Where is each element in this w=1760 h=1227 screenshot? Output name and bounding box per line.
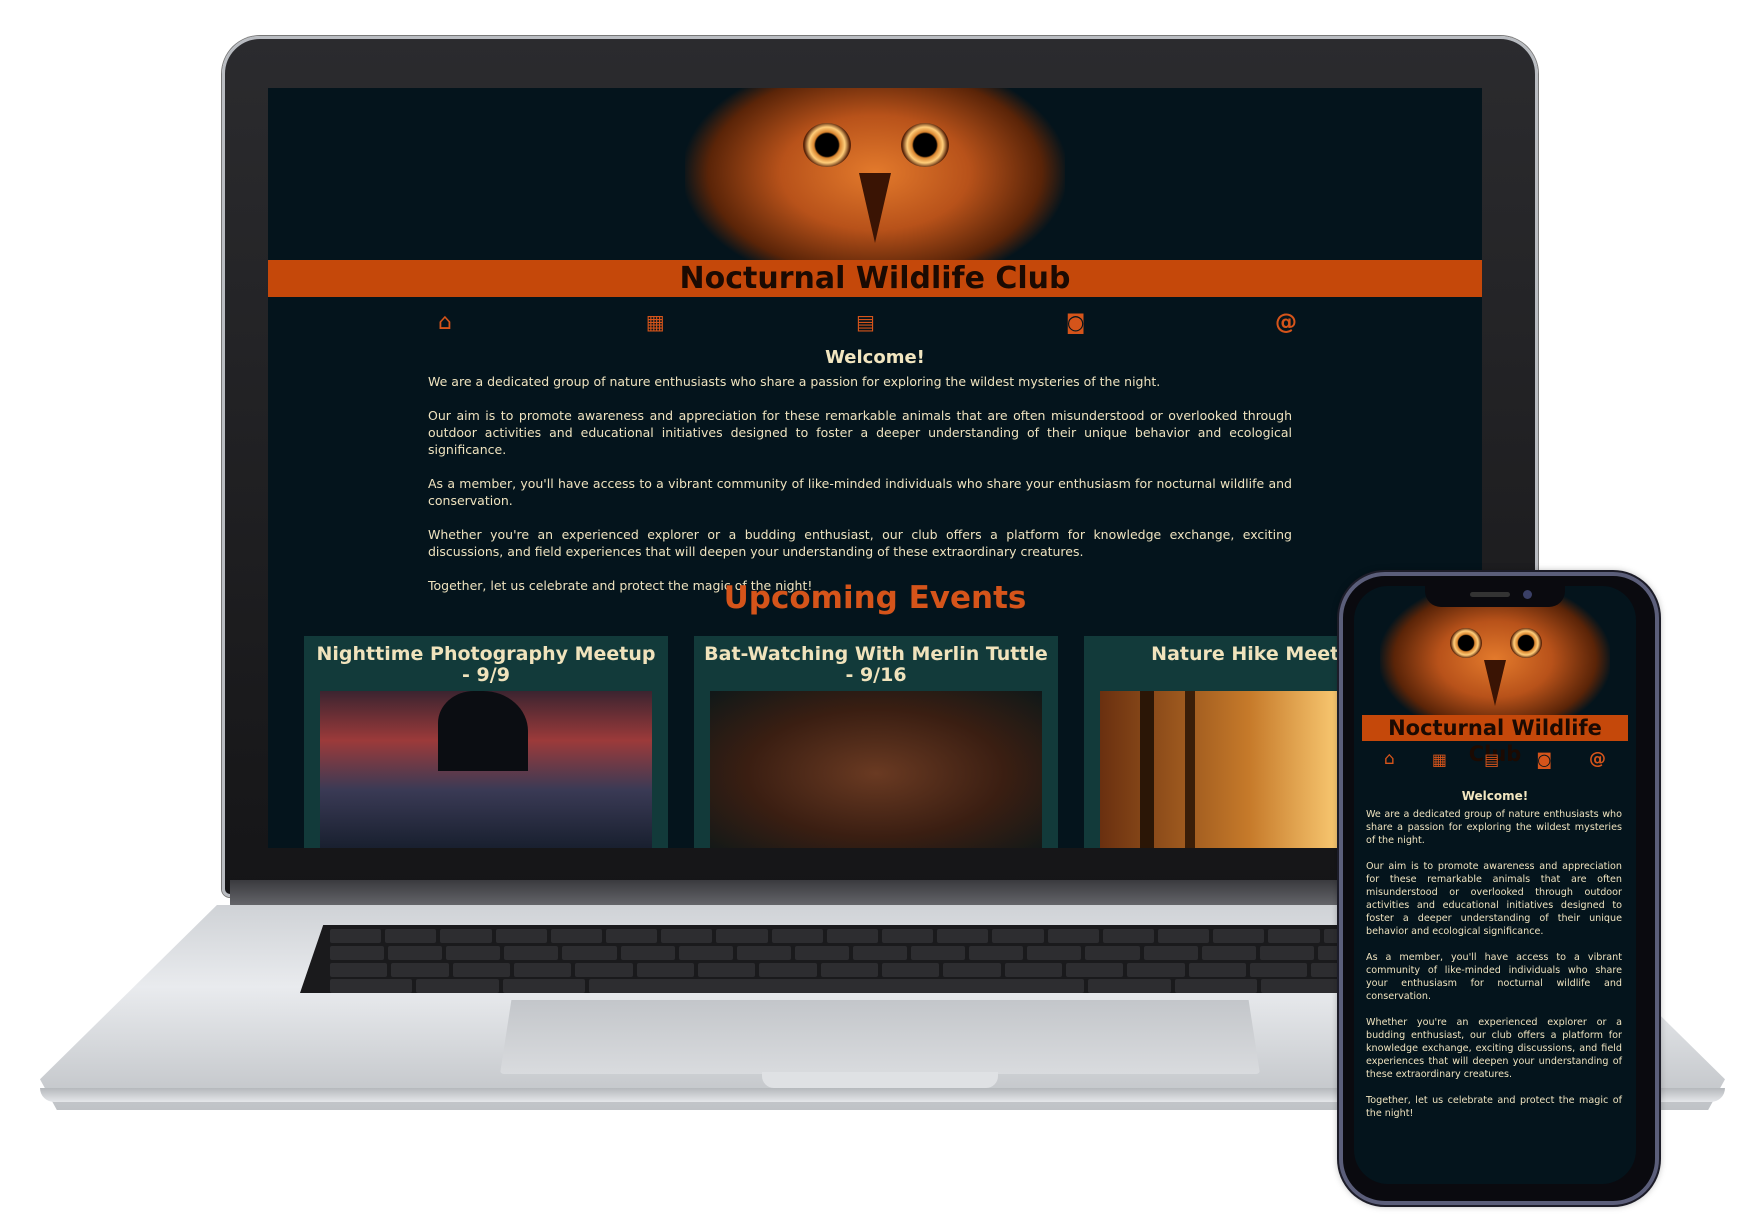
event-card[interactable]: Bat-Watching With Merlin Tuttle - 9/16 — [694, 636, 1058, 848]
paragraph-closing: Together, let us celebrate and protect t… — [1366, 1095, 1622, 1119]
owl-eye-right — [901, 123, 949, 167]
owl-eye-left — [803, 123, 851, 167]
nav-gallery[interactable]: ◙ — [1064, 310, 1088, 334]
owl-hero-image — [685, 88, 1065, 288]
paragraph-aim: Our aim is to promote awareness and appr… — [428, 408, 1292, 457]
site-nav: ⌂ ▦ ▤ ◙ @ — [1384, 749, 1606, 769]
laptop-notch — [762, 1072, 998, 1088]
event-photo-wolf-silhouette — [320, 691, 652, 848]
nav-schedule[interactable]: ▤ — [854, 310, 878, 334]
nav-home[interactable]: ⌂ — [433, 309, 457, 335]
nav-contact[interactable]: @ — [1274, 309, 1298, 335]
event-photo-bat — [710, 691, 1042, 848]
site-title-banner: Nocturnal Wildlife Club — [268, 260, 1482, 297]
table-icon: ▤ — [1484, 749, 1500, 769]
phone-speaker — [1470, 592, 1510, 597]
home-icon: ⌂ — [438, 309, 452, 335]
nav-home[interactable]: ⌂ — [1384, 749, 1395, 769]
laptop-keyboard — [300, 925, 1460, 993]
site-nav: ⌂ ▦ ▤ ◙ @ — [433, 309, 1298, 335]
tree-silhouette — [1140, 691, 1154, 848]
welcome-text: We are a dedicated group of nature enthu… — [1366, 808, 1622, 1120]
at-icon: @ — [1588, 749, 1606, 769]
at-icon: @ — [1275, 309, 1297, 335]
owl-beak — [1484, 660, 1506, 706]
paragraph-intro: We are a dedicated group of nature enthu… — [428, 374, 1161, 389]
tree-silhouette — [1185, 691, 1195, 848]
nav-events[interactable]: ▦ — [1432, 749, 1447, 769]
calendar-icon: ▦ — [645, 310, 665, 334]
owl-eye-left — [1450, 628, 1482, 658]
laptop-trackpad — [500, 1000, 1260, 1074]
event-title: Nighttime Photography Meetup - 9/9 — [316, 643, 656, 686]
paragraph-membership: As a member, you'll have access to a vib… — [1366, 952, 1622, 1002]
phone-screen: Nocturnal Wildlife Club ⌂ ▦ ▤ ◙ @ Welcom… — [1354, 586, 1636, 1184]
welcome-title: Welcome! — [1461, 789, 1529, 803]
paragraph-platform: Whether you're an experienced explorer o… — [428, 527, 1292, 559]
nav-contact[interactable]: @ — [1589, 749, 1606, 769]
paragraph-intro: We are a dedicated group of nature enthu… — [1366, 809, 1622, 846]
event-card[interactable]: Nighttime Photography Meetup - 9/9 — [304, 636, 668, 848]
home-icon: ⌂ — [1384, 749, 1395, 769]
camera-icon: ◙ — [1066, 310, 1086, 334]
table-icon: ▤ — [856, 310, 875, 334]
nav-schedule[interactable]: ▤ — [1484, 749, 1499, 769]
calendar-icon: ▦ — [1431, 749, 1448, 769]
camera-icon: ◙ — [1536, 749, 1552, 769]
owl-beak — [859, 173, 891, 243]
phone-camera — [1523, 590, 1532, 599]
welcome-text: We are a dedicated group of nature enthu… — [428, 373, 1292, 594]
nav-events[interactable]: ▦ — [643, 310, 667, 334]
laptop-screen: Nocturnal Wildlife Club ⌂ ▦ ▤ ◙ @ Welcom… — [268, 88, 1482, 848]
event-title: Bat-Watching With Merlin Tuttle - 9/16 — [704, 643, 1048, 686]
wolf-silhouette — [438, 691, 528, 771]
owl-eye-right — [1510, 628, 1542, 658]
events-title: Upcoming Events — [723, 580, 1027, 616]
paragraph-aim: Our aim is to promote awareness and appr… — [1366, 861, 1622, 937]
site-title-banner: Nocturnal Wildlife Club — [1362, 715, 1628, 766]
site-title: Nocturnal Wildlife Club — [679, 261, 1071, 296]
paragraph-platform: Whether you're an experienced explorer o… — [1366, 1017, 1622, 1080]
paragraph-membership: As a member, you'll have access to a vib… — [428, 476, 1292, 508]
welcome-title: Welcome! — [825, 347, 925, 368]
nav-gallery[interactable]: ◙ — [1536, 749, 1552, 769]
